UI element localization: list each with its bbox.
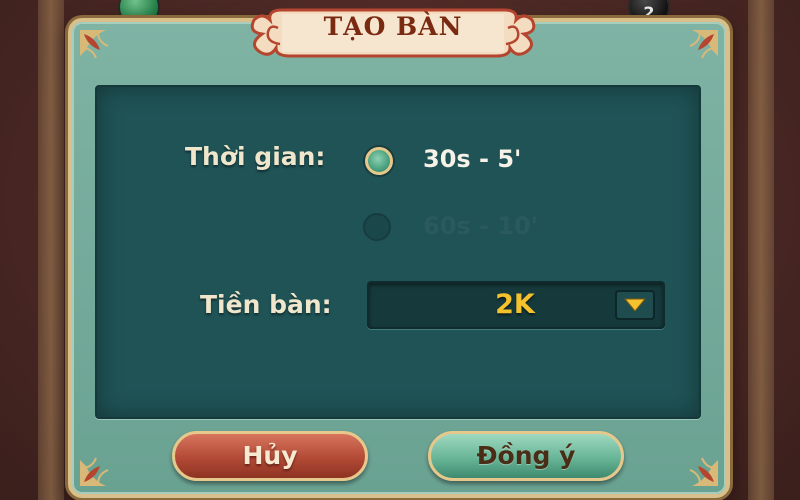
table-money-label: Tiền bàn: — [200, 290, 332, 319]
confirm-button[interactable]: Đồng ý — [428, 431, 624, 481]
settings-panel — [95, 85, 701, 419]
time-option-label[interactable]: 30s - 5' — [423, 145, 521, 173]
corner-ornament-icon — [80, 457, 109, 486]
dialog-title: TẠO BÀN — [323, 12, 463, 41]
corner-ornament-icon — [80, 30, 109, 59]
table-money-dropdown[interactable]: 2K — [367, 281, 665, 329]
corner-ornament-icon — [689, 457, 718, 486]
title-plaque: TẠO BÀN — [248, 4, 538, 62]
time-option-label-disabled: 60s - 10' — [423, 212, 539, 240]
time-option-radio-disabled — [363, 213, 391, 241]
time-label: Thời gian: — [185, 142, 326, 171]
board-edge-left — [38, 0, 64, 500]
chevron-down-icon — [624, 298, 646, 312]
dropdown-toggle-button[interactable] — [615, 290, 655, 320]
corner-ornament-icon — [689, 30, 718, 59]
time-option-radio-selected[interactable] — [365, 147, 393, 175]
board-edge-right — [748, 0, 774, 500]
cancel-button[interactable]: Hủy — [172, 431, 368, 481]
